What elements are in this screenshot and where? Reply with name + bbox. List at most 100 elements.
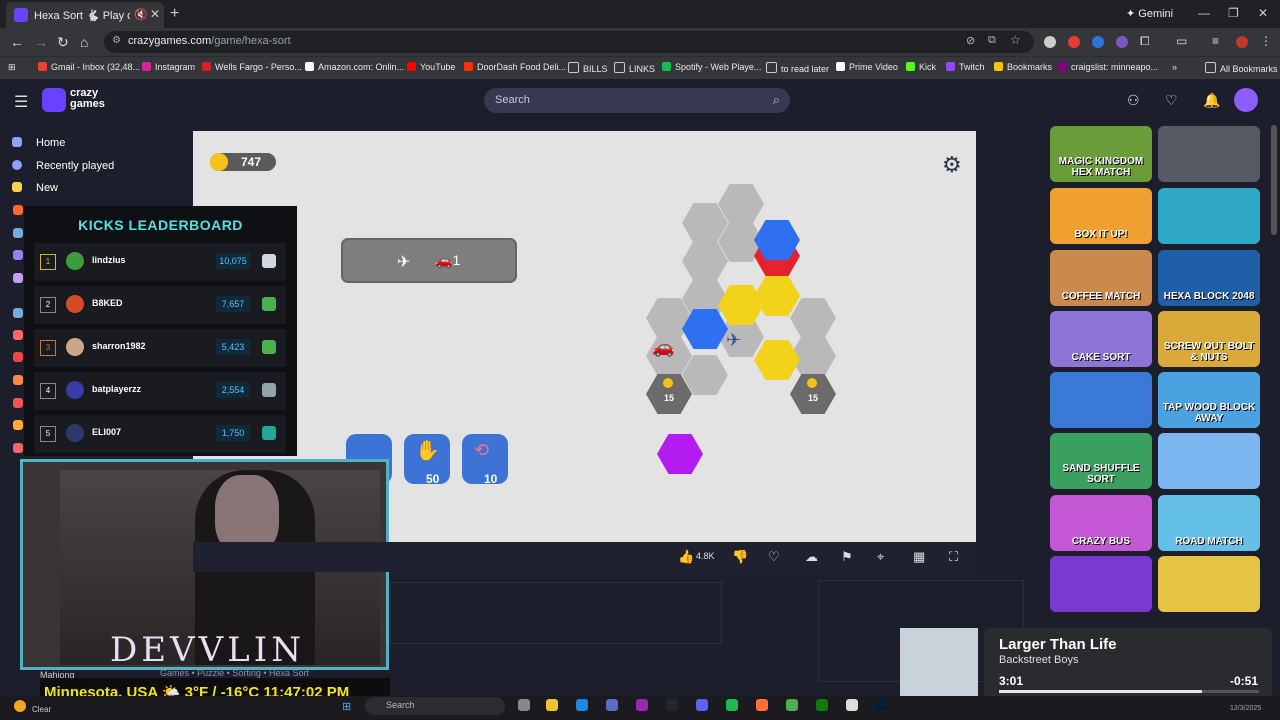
menu-icon[interactable]: ⋮ (1260, 34, 1272, 48)
game-thumbnail[interactable] (1050, 556, 1152, 612)
friends-icon[interactable]: ⚇ (1127, 92, 1140, 109)
game-thumbnail[interactable]: COFFEE MATCH (1050, 250, 1152, 306)
forward-icon[interactable]: → (34, 34, 48, 50)
steam-icon[interactable] (666, 699, 678, 711)
bookmark-item[interactable]: Spotify - Web Playe... (662, 62, 761, 72)
search-input[interactable]: Search ⌕ (484, 88, 790, 113)
thumbs-down-icon[interactable]: 👎 (732, 549, 748, 565)
close-window-icon[interactable]: ✕ (1258, 6, 1268, 20)
firefox-icon[interactable] (756, 699, 768, 711)
nav-home[interactable]: Home (12, 137, 65, 149)
profile-avatar[interactable] (1236, 36, 1248, 48)
spotify-icon[interactable] (726, 699, 738, 711)
bookmark-item[interactable]: Kick (906, 62, 936, 72)
search-icon[interactable]: ⌕ (773, 92, 780, 108)
start-icon[interactable]: ⊞ (342, 700, 351, 713)
streamer-name: DEVVLIN (110, 630, 305, 670)
eye-off-icon[interactable]: ⊘ (966, 34, 975, 47)
minimize-icon[interactable]: — (1198, 6, 1210, 20)
favorite-heart-icon[interactable]: ♡ (768, 549, 780, 565)
hamburger-menu-icon[interactable]: ☰ (14, 92, 28, 112)
extensions-puzzle-icon[interactable]: ⧠ (1140, 34, 1150, 49)
game-thumbnail[interactable] (1158, 433, 1260, 489)
game-thumbnail[interactable] (1158, 126, 1260, 182)
bell-icon[interactable]: 🔔 (1203, 92, 1220, 109)
heart-icon[interactable]: ♡ (1165, 92, 1178, 109)
bookmark-item[interactable]: YouTube (407, 62, 455, 72)
weather-icon[interactable] (14, 700, 26, 712)
powerup-cost: 50 (426, 472, 440, 486)
browser-tab[interactable]: Hexa Sort 🐇 Play on CrazyGames 🔇 ✕ (6, 2, 164, 28)
xbox-icon[interactable] (816, 699, 828, 711)
bookmark-item[interactable]: Bookmarks (994, 62, 1052, 72)
maximize-icon[interactable]: ❐ (1228, 6, 1239, 20)
address-bar[interactable]: ⚙ crazygames.com/game/hexa-sort ⊘ ⧉ ☆ (104, 31, 1034, 53)
game-thumbnail[interactable]: CAKE SORT (1050, 311, 1152, 367)
game-thumbnail[interactable]: SCREW OUT BOLT & NUTS (1158, 311, 1260, 367)
game-thumbnail[interactable]: HEXA BLOCK 2048 (1158, 250, 1260, 306)
media-control-icon[interactable]: ≡ (1212, 34, 1219, 48)
reload-icon[interactable]: ↻ (57, 34, 69, 51)
copilot-icon[interactable] (636, 699, 648, 711)
new-tab-button[interactable]: + (170, 5, 179, 23)
trending-icon[interactable] (13, 205, 23, 215)
game-thumbnail[interactable]: SAND SHUFFLE SORT (1050, 433, 1152, 489)
chevron-right-icon[interactable]: » (1172, 62, 1177, 72)
store-icon[interactable] (606, 699, 618, 711)
all-bookmarks-button[interactable]: All Bookmarks (1205, 62, 1278, 74)
home-icon[interactable]: ⌂ (80, 34, 88, 50)
game-thumbnail[interactable]: TAP WOOD BLOCK AWAY (1158, 372, 1260, 428)
bookmark-folder[interactable]: LINKS (614, 62, 655, 74)
bookmark-item[interactable]: Twitch (946, 62, 985, 72)
bookmark-item[interactable]: Prime Video (836, 62, 898, 72)
cloud-save-icon[interactable]: ☁ (805, 549, 818, 565)
bookmark-folder[interactable]: BILLS (568, 62, 608, 74)
thumbs-up-icon[interactable]: 👍 (678, 549, 694, 565)
nav-recently-played[interactable]: Recently played (12, 160, 114, 172)
bookmark-item[interactable]: DoorDash Food Deli... (464, 62, 566, 72)
settings-gear-icon[interactable]: ⚙ (942, 152, 962, 178)
bookmark-item[interactable]: Instagram (142, 62, 195, 72)
chrome-icon[interactable] (786, 699, 798, 711)
gemini-button[interactable]: ✦ Gemini (1126, 7, 1173, 20)
crazygames-logo-icon[interactable] (42, 88, 66, 112)
bookmark-item[interactable]: Amazon.com: Onlin... (305, 62, 404, 72)
bookmark-item[interactable]: Gmail - Inbox (32,48... (38, 62, 140, 72)
game-thumbnail[interactable]: ROAD MATCH (1158, 495, 1260, 551)
photoshop-icon[interactable] (876, 699, 888, 711)
bookmark-item[interactable]: craigslist: minneapo... (1058, 62, 1158, 72)
extension-icon[interactable] (1044, 36, 1056, 48)
fullscreen-icon[interactable]: ⛶ (949, 549, 958, 565)
task-view-icon[interactable] (518, 699, 530, 711)
game-thumbnail[interactable] (1158, 556, 1260, 612)
site-info-icon[interactable]: ⚙ (112, 35, 121, 46)
scrollbar[interactable] (1271, 125, 1277, 235)
game-thumbnail[interactable] (1158, 188, 1260, 244)
edge-icon[interactable] (576, 699, 588, 711)
mute-icon[interactable]: 🔇 (134, 8, 148, 21)
user-avatar[interactable] (1234, 88, 1258, 112)
file-explorer-icon[interactable] (546, 699, 558, 711)
install-icon[interactable]: ⧉ (988, 34, 996, 47)
share-icon[interactable]: ⌖ (877, 549, 884, 565)
app-icon[interactable] (846, 699, 858, 711)
tab-close-icon[interactable]: ✕ (150, 7, 160, 21)
crazygames-logo[interactable]: crazy games (70, 88, 105, 110)
star-icon[interactable]: ☆ (1010, 33, 1021, 47)
game-thumbnail[interactable] (1050, 372, 1152, 428)
extension-icon[interactable] (1116, 36, 1128, 48)
discord-icon[interactable] (696, 699, 708, 711)
game-thumbnail[interactable]: CRAZY BUS (1050, 495, 1152, 551)
report-icon[interactable]: ⚑ (841, 549, 853, 565)
cast-icon[interactable]: ▭ (1176, 34, 1187, 48)
bookmark-item[interactable]: Wells Fargo - Perso... (202, 62, 302, 72)
extension-icon[interactable] (1068, 36, 1080, 48)
game-thumbnail[interactable]: BOX IT UP! (1050, 188, 1152, 244)
qr-code-icon[interactable]: ▦ (913, 549, 925, 565)
game-thumbnail[interactable]: MAGIC KINGDOM HEX MATCH (1050, 126, 1152, 182)
nav-new[interactable]: New (12, 182, 58, 194)
apps-icon[interactable]: ⊞ (8, 62, 16, 73)
bookmark-folder[interactable]: to read later (766, 62, 829, 74)
back-icon[interactable]: ← (10, 34, 24, 50)
extension-icon[interactable] (1092, 36, 1104, 48)
